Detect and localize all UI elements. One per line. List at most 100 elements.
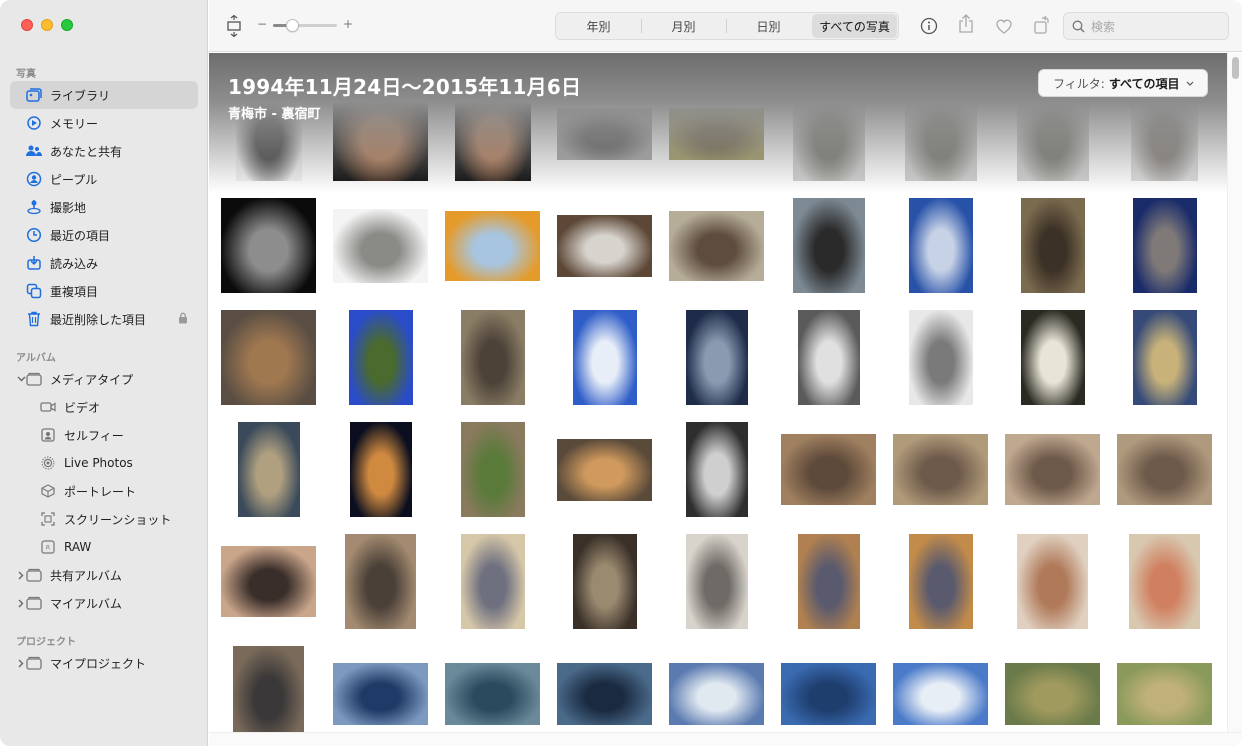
sidebar-item-portrait[interactable]: ポートレート	[10, 477, 198, 505]
photo-thumbnail[interactable]	[445, 210, 540, 281]
filter-value: すべての項目	[1108, 76, 1180, 91]
photo-thumbnail[interactable]	[1020, 198, 1085, 293]
photo-thumbnail[interactable]	[1020, 310, 1085, 405]
minimize-window-button[interactable]	[41, 19, 53, 31]
photo-thumbnail[interactable]	[333, 662, 428, 725]
photo-thumbnail[interactable]	[1017, 534, 1088, 629]
sidebar-item-shared-with-you[interactable]: あなたと共有	[10, 137, 198, 165]
photo-thumbnail[interactable]	[233, 646, 304, 741]
tab-years[interactable]: 年別	[556, 13, 641, 39]
tab-days[interactable]: 日別	[726, 13, 811, 39]
zoom-in-button[interactable]: +	[343, 17, 353, 31]
photo-thumbnail[interactable]	[349, 422, 412, 517]
sidebar-item-memories[interactable]: メモリー	[10, 109, 198, 137]
favorite-heart-icon[interactable]	[995, 18, 1013, 38]
photo-thumbnail[interactable]	[781, 662, 876, 725]
photo-thumbnail[interactable]	[792, 198, 865, 293]
photo-thumbnail[interactable]	[781, 434, 876, 505]
horizontal-scrollbar[interactable]	[209, 732, 1242, 746]
info-icon[interactable]	[920, 17, 938, 39]
photo-thumbnail[interactable]	[685, 422, 748, 517]
photo-thumbnail[interactable]	[460, 310, 525, 405]
sidebar-item-label: RAW	[64, 540, 92, 554]
photo-thumbnail[interactable]	[460, 422, 525, 517]
photo-thumbnail[interactable]	[1129, 534, 1200, 629]
sidebar-item-video[interactable]: ビデオ	[10, 393, 198, 421]
photo-thumbnail[interactable]	[348, 310, 413, 405]
sidebar-item-duplicates[interactable]: 重複項目	[10, 277, 198, 305]
photos-window: 写真 ライブラリ メモリー あなたと共有 ピープル 撮影地 最近の項目 読み込み…	[0, 0, 1242, 746]
photo-thumbnail[interactable]	[685, 534, 748, 629]
photo-thumbnail[interactable]	[557, 662, 652, 725]
tab-all-photos[interactable]: すべての写真	[812, 14, 897, 38]
sidebar-item-library[interactable]: ライブラリ	[10, 81, 198, 109]
photo-thumbnail[interactable]	[893, 662, 988, 725]
sidebar-item-my-projects[interactable]: マイプロジェクト	[10, 649, 198, 677]
photo-thumbnail[interactable]	[221, 198, 316, 293]
photo-thumbnail[interactable]	[572, 310, 637, 405]
section-title-projects: プロジェクト	[16, 637, 76, 648]
sidebar-item-shared-albums[interactable]: 共有アルバム	[10, 561, 198, 589]
sidebar-item-imports[interactable]: 読み込み	[10, 249, 198, 277]
chevron-right-icon[interactable]	[14, 656, 28, 670]
photo-thumbnail[interactable]	[1005, 662, 1100, 725]
share-icon[interactable]	[958, 14, 974, 38]
sidebar-item-people[interactable]: ピープル	[10, 165, 198, 193]
photo-thumbnail[interactable]	[797, 534, 860, 629]
photo-thumbnail[interactable]	[445, 662, 540, 725]
sidebar-item-selfies[interactable]: セルフィー	[10, 421, 198, 449]
photo-thumbnail[interactable]	[221, 310, 316, 405]
sidebar-item-live-photos[interactable]: Live Photos	[10, 449, 198, 477]
sidebar-item-label: スクリーンショット	[64, 512, 172, 527]
location-subtitle: 青梅市 - 裏宿町	[228, 107, 321, 122]
zoom-slider-knob[interactable]	[286, 19, 300, 32]
folder-icon	[26, 371, 42, 387]
sidebar-item-screenshots[interactable]: スクリーンショット	[10, 505, 198, 533]
scrollbar-thumb[interactable]	[1232, 57, 1239, 79]
photo-thumbnail[interactable]	[1117, 662, 1212, 725]
zoom-window-button[interactable]	[61, 19, 73, 31]
photo-thumbnail[interactable]	[908, 310, 973, 405]
chevron-right-icon[interactable]	[14, 596, 28, 610]
photo-thumbnail[interactable]	[908, 198, 973, 293]
photo-thumbnail[interactable]	[333, 208, 428, 283]
rotate-icon[interactable]	[1034, 15, 1050, 39]
close-window-button[interactable]	[21, 19, 33, 31]
sidebar-item-label: 撮影地	[50, 200, 87, 215]
sidebar-item-my-albums[interactable]: マイアルバム	[10, 589, 198, 617]
photo-thumbnail[interactable]	[669, 210, 764, 281]
photo-thumbnail[interactable]	[908, 534, 973, 629]
photo-thumbnail[interactable]	[1132, 198, 1197, 293]
view-segmented-control: 年別 月別 日別 すべての写真	[555, 12, 899, 40]
photo-thumbnail[interactable]	[557, 214, 652, 277]
section-title-photos: 写真	[16, 69, 36, 80]
photo-thumbnail[interactable]	[685, 310, 748, 405]
photo-thumbnail[interactable]	[1132, 310, 1197, 405]
sidebar-item-recents[interactable]: 最近の項目	[10, 221, 198, 249]
photo-thumbnail[interactable]	[237, 422, 300, 517]
tab-months[interactable]: 月別	[641, 13, 726, 39]
photo-thumbnail[interactable]	[1005, 434, 1100, 505]
sidebar-item-media-types[interactable]: メディアタイプ	[10, 365, 198, 393]
filter-dropdown[interactable]: フィルタ: すべての項目	[1038, 69, 1208, 97]
sidebar-item-places[interactable]: 撮影地	[10, 193, 198, 221]
photo-thumbnail[interactable]	[460, 534, 525, 629]
people-icon	[26, 171, 42, 187]
photo-thumbnail[interactable]	[557, 438, 652, 501]
photo-thumbnail[interactable]	[572, 534, 637, 629]
search-field[interactable]: 検索	[1063, 12, 1229, 40]
photo-thumbnail[interactable]	[797, 310, 860, 405]
sidebar-item-raw[interactable]: R RAW	[10, 533, 198, 561]
photo-thumbnail[interactable]	[1117, 434, 1212, 505]
chevron-down-icon[interactable]	[14, 372, 28, 386]
sidebar-item-recently-deleted[interactable]: 最近削除した項目	[10, 305, 198, 333]
zoom-slider-track[interactable]	[273, 19, 337, 32]
vertical-scrollbar[interactable]	[1227, 53, 1242, 733]
zoom-out-button[interactable]: −	[257, 17, 267, 31]
photo-thumbnail[interactable]	[669, 662, 764, 725]
photo-thumbnail[interactable]	[345, 534, 416, 629]
aspect-ratio-toggle-icon[interactable]	[226, 14, 242, 41]
chevron-right-icon[interactable]	[14, 568, 28, 582]
photo-thumbnail[interactable]	[221, 546, 316, 617]
photo-thumbnail[interactable]	[893, 434, 988, 505]
